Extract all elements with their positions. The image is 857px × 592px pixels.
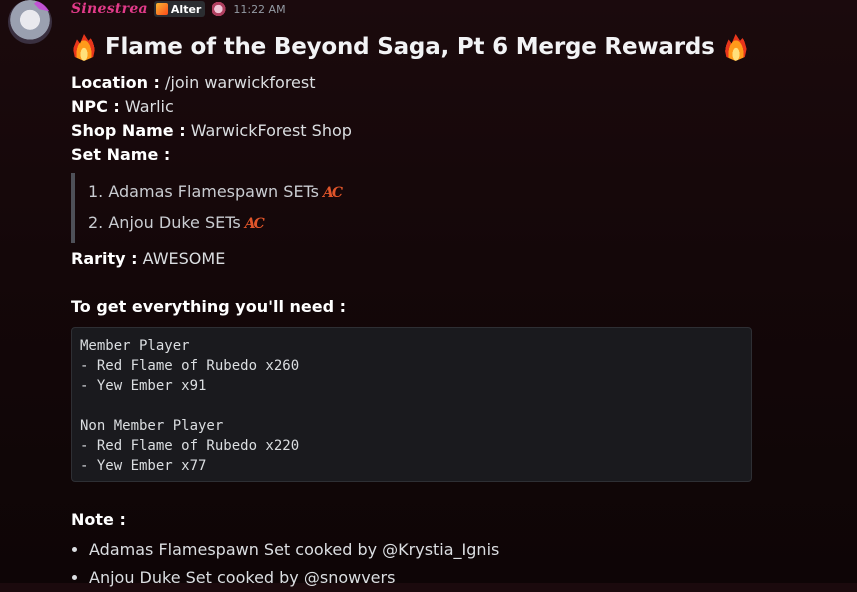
field-location: Location : /join warwickforest — [71, 71, 827, 95]
list-item: 2. Anjou Duke SETs AC — [88, 208, 827, 239]
field-value: Warlic — [124, 97, 174, 116]
ac-icon: AC — [244, 216, 265, 232]
username[interactable]: Sinestrea — [71, 1, 148, 17]
message-title: Flame of the Beyond Saga, Pt 6 Merge Rew… — [71, 30, 827, 64]
list-item: Adamas Flamespawn Set cooked by @Krystia… — [89, 536, 827, 564]
note-list: Adamas Flamespawn Set cooked by @Krystia… — [71, 536, 827, 592]
field-rarity: Rarity : AWESOME — [71, 247, 827, 271]
field-npc: NPC : Warlic — [71, 95, 827, 119]
field-shop-name: Shop Name : WarwickForest Shop — [71, 119, 827, 143]
title-text: Flame of the Beyond Saga, Pt 6 Merge Rew… — [105, 34, 715, 60]
list-item: Anjou Duke Set cooked by @snowvers — [89, 564, 827, 592]
message: Sinestrea Alter 11:22 AM Flame of the Be… — [71, 0, 827, 592]
code-line: - Red Flame of Rubedo x220 — [80, 438, 300, 454]
field-label: NPC : — [71, 97, 120, 116]
requirements-heading: To get everything you'll need : — [71, 297, 347, 316]
field-value: AWESOME — [142, 249, 226, 268]
code-line: - Yew Ember x77 — [80, 458, 207, 474]
code-line: Non Member Player — [80, 418, 224, 434]
code-line: Member Player — [80, 338, 190, 354]
fire-icon — [723, 32, 749, 62]
field-label: Rarity : — [71, 249, 138, 268]
set-list: 1. Adamas Flamespawn SETs AC 2. Anjou Duk… — [88, 177, 827, 239]
ac-icon: AC — [323, 185, 343, 201]
note-heading: Note : — [71, 510, 126, 529]
code-line: - Yew Ember x91 — [80, 378, 207, 394]
field-value: /join warwickforest — [165, 73, 316, 92]
message-header: Sinestrea Alter 11:22 AM — [71, 0, 827, 18]
role-icon — [212, 2, 229, 16]
field-label: Shop Name : — [71, 121, 186, 140]
field-label: Set Name : — [71, 145, 171, 164]
timestamp[interactable]: 11:22 AM — [233, 3, 285, 16]
server-tag[interactable]: Alter — [153, 1, 206, 17]
server-tag-icon — [155, 3, 168, 15]
field-label: Location : — [71, 73, 160, 92]
list-item: 1. Adamas Flamespawn SETs AC — [88, 177, 827, 208]
avatar-decoration — [34, 0, 52, 12]
fire-icon — [71, 32, 97, 62]
field-value: WarwickForest Shop — [190, 121, 352, 140]
info-fields: Location : /join warwickforest NPC : War… — [71, 71, 827, 167]
set-list-quote: 1. Adamas Flamespawn SETs AC 2. Anjou Duk… — [71, 173, 827, 243]
requirements-codeblock[interactable]: Member Player - Red Flame of Rubedo x260 -… — [71, 327, 752, 482]
server-tag-label: Alter — [170, 2, 202, 16]
avatar[interactable] — [8, 0, 52, 44]
set-label: 1. Adamas Flamespawn SETs — [88, 182, 320, 201]
code-line: - Red Flame of Rubedo x260 — [80, 358, 300, 374]
field-set-name: Set Name : — [71, 143, 827, 167]
set-label: 2. Anjou Duke SETs — [88, 213, 241, 232]
